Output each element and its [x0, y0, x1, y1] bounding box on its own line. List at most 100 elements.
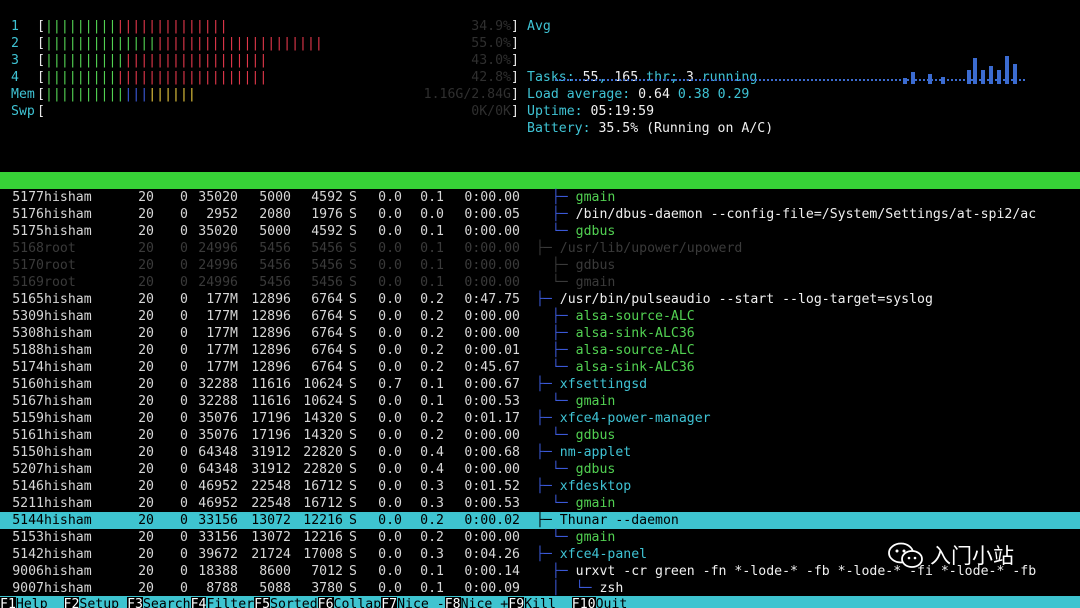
graph-bar [911, 72, 915, 84]
cell-s: S [349, 258, 357, 273]
fkey-label[interactable]: Sorted [270, 597, 318, 608]
cell-time: 0:00.53 [464, 496, 520, 511]
fkey-f6[interactable]: F6 [317, 597, 334, 608]
process-row[interactable]: 5170 root 20 0 24996 5456 5456 S 0.0 0.1 0:00.00 ├… [0, 257, 1080, 274]
cell-pid: 5165 [12, 292, 44, 307]
process-row[interactable]: 5177 hisham 20 0 35020 5000 4592 S 0.0 0.1 0:00.00… [0, 189, 1080, 206]
meter-fill: ||||||||| [44, 19, 117, 34]
process-row[interactable]: 5146 hisham 20 0 46952 22548 16712 S 0.0 0.3 0:01.… [0, 478, 1080, 495]
cell-time: 0:00.09 [464, 581, 520, 596]
cell-virt: 177M [206, 360, 238, 375]
cell-mem: 0.1 [420, 275, 444, 290]
cell-ni: 0 [180, 377, 188, 392]
cell-time: 0:00.00 [464, 428, 520, 443]
process-row[interactable]: 5144 hisham 20 0 33156 13072 12216 S 0.0 0.2 0:00.… [0, 512, 1080, 529]
process-row[interactable]: 5207 hisham 20 0 64348 31912 22820 S 0.0 0.4 0:00.… [0, 461, 1080, 478]
cell-cpu: 0.0 [378, 190, 402, 205]
process-row[interactable]: 5175 hisham 20 0 35020 5000 4592 S 0.0 0.1 0:00.00… [0, 223, 1080, 240]
process-row[interactable]: 5169 root 20 0 24996 5456 5456 S 0.0 0.1 0:00.00 └… [0, 274, 1080, 291]
fkey-label[interactable]: Filter [206, 597, 254, 608]
cell-shr: 5456 [311, 241, 343, 256]
cell-res: 13072 [251, 513, 291, 528]
cell-command: ├─ xfce4-panel [528, 546, 647, 563]
fkey-label[interactable]: Nice - [397, 597, 445, 608]
cell-user: hisham [44, 530, 92, 545]
process-row[interactable]: 5174 hisham 20 0 177M 12896 6764 S 0.0 0.2 0:45.67… [0, 359, 1080, 376]
tree-connector: │ └─ [528, 581, 600, 596]
cell-time: 0:04.26 [464, 547, 520, 562]
process-row[interactable]: 5188 hisham 20 0 177M 12896 6764 S 0.0 0.2 0:00.01… [0, 342, 1080, 359]
process-row[interactable]: 5165 hisham 20 0 177M 12896 6764 S 0.0 0.2 0:47.75… [0, 291, 1080, 308]
cell-mem: 0.2 [420, 343, 444, 358]
cell-virt: 24996 [198, 258, 238, 273]
cell-command: └─ gmain [528, 529, 616, 546]
cell-pri: 20 [138, 292, 154, 307]
cpu-average-graph [555, 52, 1025, 84]
meter-value: 1.16G/2.84G [423, 87, 511, 102]
fkey-label[interactable]: Help [16, 597, 64, 608]
graph-bar [1013, 64, 1017, 84]
cell-pri: 20 [138, 564, 154, 579]
process-row[interactable]: 5159 hisham 20 0 35076 17196 14320 S 0.0 0.2 0:01.… [0, 410, 1080, 427]
process-row[interactable]: 9007 hisham 20 0 8788 5088 3780 S 0.0 0.1 0:00.09 … [0, 580, 1080, 597]
process-row[interactable]: 5308 hisham 20 0 177M 12896 6764 S 0.0 0.2 0:00.00… [0, 325, 1080, 342]
cell-user: hisham [44, 496, 92, 511]
fkey-f4[interactable]: F4 [190, 597, 207, 608]
cell-virt: 2952 [206, 207, 238, 222]
cell-shr: 14320 [303, 428, 343, 443]
fkey-f1[interactable]: F1 [0, 597, 16, 608]
cell-command: ├─ /bin/dbus-daemon --config-file=/Syste… [528, 206, 1036, 223]
cell-pid: 5308 [12, 326, 44, 341]
fkey-label[interactable]: Quit [596, 597, 644, 608]
cell-shr: 10624 [303, 394, 343, 409]
cell-ni: 0 [180, 581, 188, 596]
fkey-f3[interactable]: F3 [127, 597, 143, 608]
cell-command: └─ alsa-sink-ALC36 [528, 359, 695, 376]
process-row[interactable]: 5309 hisham 20 0 177M 12896 6764 S 0.0 0.2 0:00.00… [0, 308, 1080, 325]
tree-connector: └─ [528, 360, 576, 375]
fkey-label[interactable]: Setup [79, 597, 127, 608]
meter-row: Mem [||||||||||||||||||| 1.16G/2.84G] [11, 86, 519, 103]
process-row[interactable]: 5160 hisham 20 0 32288 11616 10624 S 0.7 0.1 0:00.… [0, 376, 1080, 393]
command-name: alsa-sink-ALC36 [575, 326, 695, 341]
cell-time: 0:47.75 [464, 292, 520, 307]
battery-line: Battery: 35.5% (Running on A/C) [527, 121, 774, 136]
fkey-label[interactable]: Nice + [461, 597, 509, 608]
fkey-f7[interactable]: F7 [381, 597, 398, 608]
meter-bracket: [ [37, 87, 45, 102]
command-name: gmain [575, 530, 616, 545]
process-row[interactable]: 5150 hisham 20 0 64348 31912 22820 S 0.0 0.4 0:00.… [0, 444, 1080, 461]
fkey-f8[interactable]: F8 [444, 597, 461, 608]
cell-virt: 35020 [198, 190, 238, 205]
cell-res: 17196 [251, 411, 291, 426]
cell-virt: 35020 [198, 224, 238, 239]
meter-value: 34.9% [471, 19, 511, 34]
meter-bracket: ] [511, 70, 519, 85]
command-name: gdbus [575, 462, 616, 477]
cell-user: hisham [44, 377, 92, 392]
fkey-f10[interactable]: F10 [571, 597, 596, 608]
cell-cpu: 0.7 [378, 377, 402, 392]
fkey-f5[interactable]: F5 [254, 597, 271, 608]
process-row[interactable]: 5211 hisham 20 0 46952 22548 16712 S 0.0 0.3 0:00.… [0, 495, 1080, 512]
cell-time: 0:00.00 [464, 309, 520, 324]
meter-label: 4 [11, 70, 19, 85]
process-row[interactable]: 5168 root 20 0 24996 5456 5456 S 0.0 0.1 0:00.00 ├… [0, 240, 1080, 257]
fkey-label[interactable]: Kill [524, 597, 572, 608]
process-row[interactable]: 5167 hisham 20 0 32288 11616 10624 S 0.0 0.1 0:00.… [0, 393, 1080, 410]
fkey-f2[interactable]: F2 [63, 597, 80, 608]
fkey-f9[interactable]: F9 [508, 597, 525, 608]
graph-bar [967, 70, 971, 84]
cell-shr: 22820 [303, 462, 343, 477]
process-row[interactable]: 5161 hisham 20 0 35076 17196 14320 S 0.0 0.2 0:00.… [0, 427, 1080, 444]
graph-bar [903, 78, 907, 84]
fkey-label[interactable]: Search [143, 597, 191, 608]
command-name: gdbus [575, 224, 616, 239]
cell-virt: 177M [206, 343, 238, 358]
meter-bracket: [ [37, 53, 45, 68]
cell-virt: 177M [206, 326, 238, 341]
cell-res: 11616 [251, 394, 291, 409]
process-row[interactable]: 5176 hisham 20 0 2952 2080 1976 S 0.0 0.0 0:00.05 … [0, 206, 1080, 223]
fkey-label[interactable]: Collap [334, 597, 382, 608]
graph-baseline [555, 79, 1025, 81]
